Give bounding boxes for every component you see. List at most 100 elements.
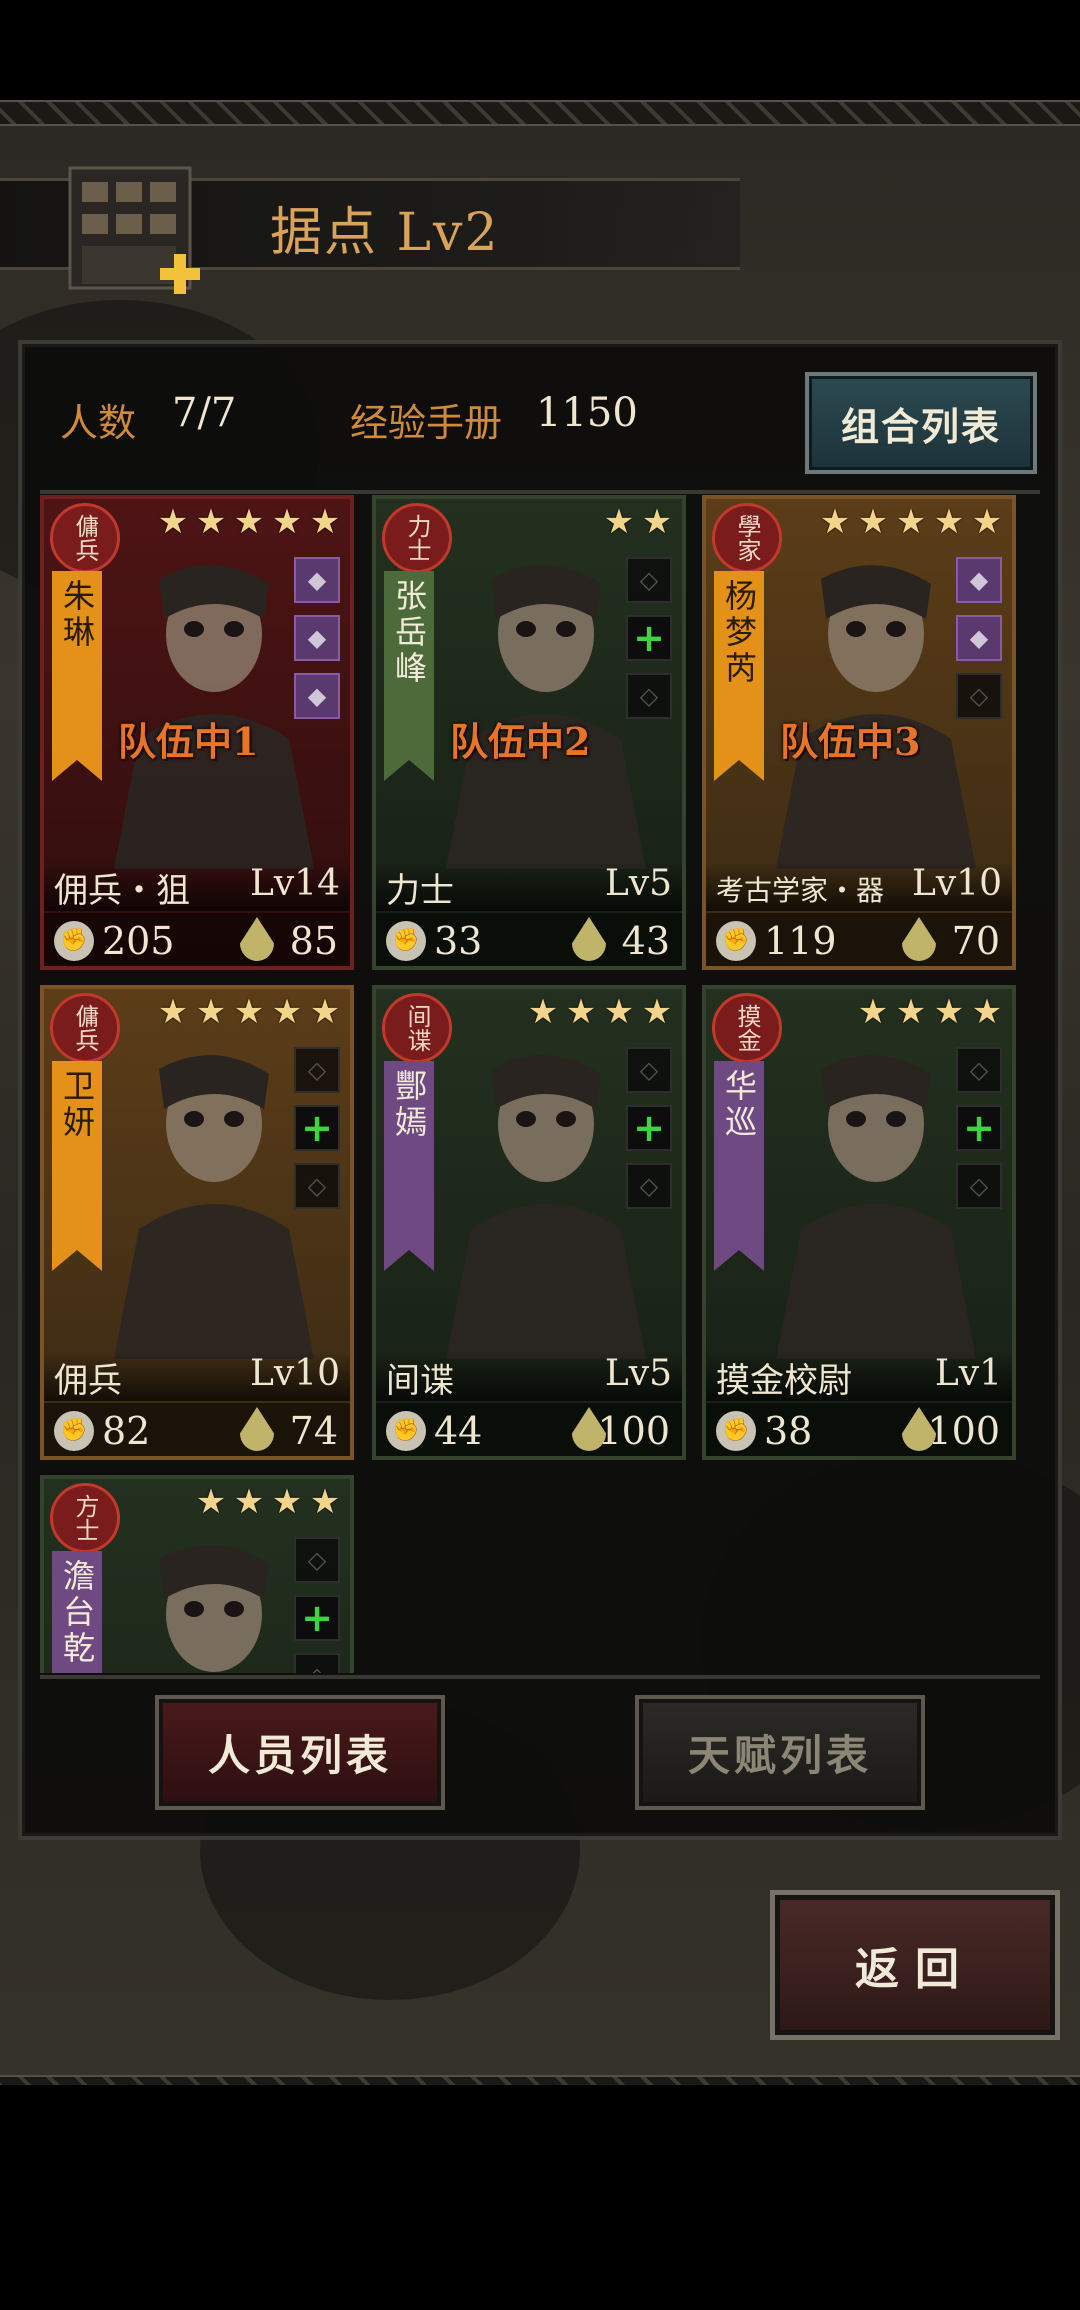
character-name: 卫妍 <box>58 1069 96 1141</box>
fist-icon: ✊ <box>386 1411 426 1451</box>
star-icon: ★ <box>271 502 303 542</box>
star-rating: ★ ★ ★ ★ <box>856 995 1004 1033</box>
equipment-slot[interactable]: ◇ <box>956 673 1002 719</box>
equipment-slot[interactable]: ◆ <box>294 615 340 661</box>
class-name: 力士 <box>386 871 454 911</box>
character-name: 酆嫣 <box>390 1069 428 1141</box>
hp-value: 100 <box>927 1409 1000 1453</box>
character-name: 杨梦芮 <box>720 579 758 687</box>
equipment-slot[interactable]: ◆ <box>956 615 1002 661</box>
add-equipment-icon[interactable]: + <box>626 1105 672 1151</box>
star-icon: ★ <box>195 1482 227 1522</box>
star-icon: ★ <box>527 992 559 1032</box>
star-icon: ★ <box>565 992 597 1032</box>
star-icon: ★ <box>895 502 927 542</box>
add-equipment-icon[interactable]: + <box>294 1595 340 1641</box>
equipment-slot[interactable]: ◇ <box>626 557 672 603</box>
fist-icon: ✊ <box>54 1411 94 1451</box>
name-ribbon: 朱琳 <box>52 571 102 781</box>
divider <box>40 1675 1040 1679</box>
equipment-slot[interactable]: ◇ <box>626 1163 672 1209</box>
hp-value: 43 <box>621 919 670 963</box>
base-building-icon[interactable] <box>62 158 212 298</box>
hp-value: 85 <box>289 919 338 963</box>
bottom-letterbox <box>0 2085 1080 2310</box>
star-rating: ★ ★ ★ ★ ★ <box>818 505 1004 543</box>
page-title: 据点 Lv2 <box>270 203 500 263</box>
exp-manual-value: 1150 <box>536 390 638 436</box>
equipment-slot[interactable]: ◇ <box>294 1163 340 1209</box>
people-count-label: 人数 <box>60 401 137 445</box>
star-rating: ★ ★ <box>602 505 674 543</box>
star-icon: ★ <box>933 502 965 542</box>
character-name: 华巡 <box>720 1069 758 1141</box>
class-name: 佣兵 <box>54 1361 122 1401</box>
name-ribbon: 澹台乾 <box>52 1551 102 1673</box>
character-card[interactable]: 學家 杨梦芮 ★ ★ ★ ★ ★ ◆ ◆ ◇ 队伍中3 考古学家・器 Lv10 ✊ 119 70 <box>702 495 1016 970</box>
hp-value: 74 <box>289 1409 338 1453</box>
talent-list-button[interactable]: 天赋列表 <box>635 1695 925 1810</box>
character-card[interactable]: 傭兵 卫妍 ★ ★ ★ ★ ★ ◇ + ◇ 佣兵 Lv10 ✊ 82 74 <box>40 985 354 1460</box>
equipment-slot[interactable]: ◆ <box>294 557 340 603</box>
character-card[interactable]: 力士 张岳峰 ★ ★ ◇ + ◇ 队伍中2 力士 Lv5 ✊ 33 43 <box>372 495 686 970</box>
character-name: 朱琳 <box>58 579 96 651</box>
class-badge: 傭兵 <box>50 503 120 573</box>
top-decor-strip <box>0 100 1080 126</box>
fist-icon: ✊ <box>716 921 756 961</box>
class-name: 佣兵・狙 <box>54 871 190 911</box>
fist-icon: ✊ <box>386 921 426 961</box>
star-icon: ★ <box>971 992 1003 1032</box>
star-icon: ★ <box>309 992 341 1032</box>
character-card[interactable]: 摸金 华巡 ★ ★ ★ ★ ◇ + ◇ 摸金校尉 Lv1 ✊ 38 100 <box>702 985 1016 1460</box>
star-icon: ★ <box>233 502 265 542</box>
level-text: Lv5 <box>604 863 672 904</box>
equipment-slot[interactable]: ◇ <box>294 1653 340 1673</box>
star-rating: ★ ★ ★ ★ ★ <box>156 505 342 543</box>
star-rating: ★ ★ ★ ★ ★ <box>156 995 342 1033</box>
equipment-slot[interactable]: ◇ <box>294 1047 340 1093</box>
divider <box>40 490 1040 494</box>
attack-value: 205 <box>102 919 175 963</box>
character-grid[interactable]: 傭兵 朱琳 ★ ★ ★ ★ ★ ◆ ◆ ◆ 队伍中1 佣兵・狙 Lv14 ✊ 205 85 力士 张岳峰 ★ ★ ◇ + ◇… <box>40 495 1040 1673</box>
star-rating: ★ ★ ★ ★ <box>194 1485 342 1523</box>
equipment-slot[interactable]: ◆ <box>956 557 1002 603</box>
star-icon: ★ <box>895 992 927 1032</box>
level-text: Lv5 <box>604 1353 672 1394</box>
class-badge: 间谍 <box>382 993 452 1063</box>
star-icon: ★ <box>157 992 189 1032</box>
class-name: 摸金校尉 <box>716 1361 852 1401</box>
name-ribbon: 杨梦芮 <box>714 571 764 781</box>
star-icon: ★ <box>157 502 189 542</box>
level-text: Lv10 <box>911 863 1002 904</box>
star-icon: ★ <box>603 992 635 1032</box>
character-card[interactable]: 间谍 酆嫣 ★ ★ ★ ★ ◇ + ◇ 间谍 Lv5 ✊ 44 100 <box>372 985 686 1460</box>
character-card[interactable]: 傭兵 朱琳 ★ ★ ★ ★ ★ ◆ ◆ ◆ 队伍中1 佣兵・狙 Lv14 ✊ 205 85 <box>40 495 354 970</box>
equipment-slot[interactable]: ◆ <box>294 673 340 719</box>
attack-value: 119 <box>764 919 837 963</box>
name-ribbon: 酆嫣 <box>384 1061 434 1271</box>
equipment-slot[interactable]: ◇ <box>626 1047 672 1093</box>
star-icon: ★ <box>819 502 851 542</box>
attack-value: 82 <box>102 1409 151 1453</box>
exp-manual-label: 经验手册 <box>350 401 503 445</box>
equipment-slot[interactable]: ◇ <box>294 1537 340 1583</box>
class-badge: 摸金 <box>712 993 782 1063</box>
add-equipment-icon[interactable]: + <box>294 1105 340 1151</box>
class-name: 间谍 <box>386 1361 454 1401</box>
add-equipment-icon[interactable]: + <box>956 1105 1002 1151</box>
add-equipment-icon[interactable]: + <box>626 615 672 661</box>
hp-value: 100 <box>597 1409 670 1453</box>
level-text: Lv14 <box>249 863 340 904</box>
staff-list-button[interactable]: 人员列表 <box>155 1695 445 1810</box>
return-button[interactable]: 返回 <box>770 1890 1060 2040</box>
equipment-slot[interactable]: ◇ <box>956 1047 1002 1093</box>
name-ribbon: 张岳峰 <box>384 571 434 781</box>
combo-list-button[interactable]: 组合列表 <box>805 372 1037 474</box>
team-status: 队伍中2 <box>450 719 591 764</box>
equipment-slot[interactable]: ◇ <box>626 673 672 719</box>
equipment-slot[interactable]: ◇ <box>956 1163 1002 1209</box>
character-card[interactable]: 方士澹台乾★★★★◇+◇ <box>40 1475 354 1673</box>
attack-value: 44 <box>434 1409 483 1453</box>
character-name: 澹台乾 <box>58 1559 96 1667</box>
star-icon: ★ <box>233 992 265 1032</box>
